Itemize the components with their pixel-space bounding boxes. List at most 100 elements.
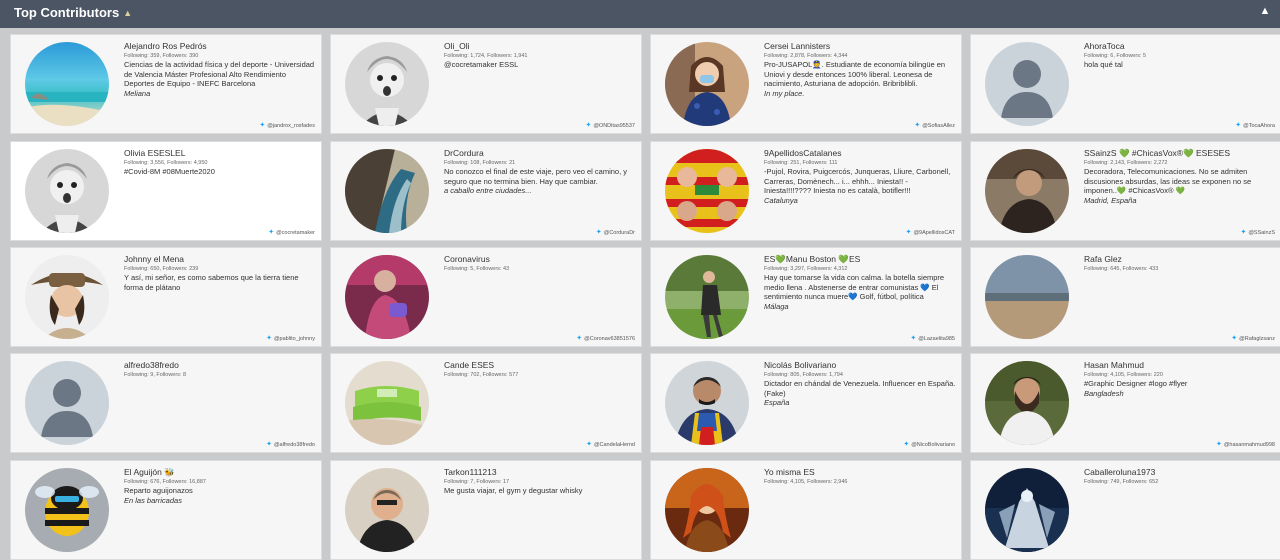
contributor-card[interactable]: El Aguijón 🐝 Following: 676, Followers: … bbox=[10, 460, 322, 560]
contributor-name: AhoraToca bbox=[1084, 41, 1125, 51]
avatar bbox=[985, 149, 1069, 233]
handle-text: @Coronav63851576 bbox=[584, 336, 635, 342]
contributor-card[interactable]: Cersei Lannisters Following: 2,878, Foll… bbox=[650, 34, 962, 134]
contributor-bio: @cocretamaker ESSL bbox=[444, 60, 519, 69]
contributor-location: España bbox=[764, 398, 790, 407]
contributor-stats: Following: 1,724, Followers: 1,941 bbox=[444, 53, 528, 59]
handle-text: @NicoBolivariano bbox=[911, 442, 955, 448]
contributor-stats: Following: 676, Followers: 16,887 bbox=[124, 479, 206, 485]
contributors-grid: Alejandro Ros Pedrós Following: 359, Fol… bbox=[10, 34, 1280, 560]
twitter-handle-link[interactable]: ✦ @SSainzS bbox=[1240, 228, 1275, 236]
handle-text: @9ApellidosCAT bbox=[913, 230, 955, 236]
twitter-handle-link[interactable]: ✦ @NicoBolivariano bbox=[903, 440, 955, 448]
twitter-icon: ✦ bbox=[903, 441, 910, 448]
contributor-card[interactable]: Olivia ESESLEL Following: 3,556, Followe… bbox=[10, 141, 322, 241]
contributor-card[interactable]: 9ApellidosCatalanes Following: 251, Foll… bbox=[650, 141, 962, 241]
contributor-card[interactable]: Coronavirus Following: 5, Followers: 43 … bbox=[330, 247, 642, 347]
avatar bbox=[985, 255, 1069, 339]
twitter-icon: ✦ bbox=[259, 122, 266, 129]
twitter-handle-link[interactable]: ✦ @ONDitas95537 bbox=[585, 121, 635, 129]
twitter-handle-link[interactable]: ✦ @jandrox_rosfades bbox=[259, 121, 315, 129]
twitter-icon: ✦ bbox=[586, 441, 592, 448]
handle-text: @SofiasAllez bbox=[922, 123, 955, 129]
twitter-icon: ✦ bbox=[266, 335, 272, 342]
contributor-bio: Hay que tomarse la vida con calma. la bo… bbox=[764, 273, 945, 301]
contributor-name: El Aguijón 🐝 bbox=[124, 467, 175, 477]
twitter-handle-link[interactable]: ✦ @CorduraDr bbox=[596, 228, 635, 236]
handle-text: @Lazaelita985 bbox=[918, 336, 955, 342]
contributor-card[interactable]: SSainzS 💚 #ChicasVox®💚 ESESES Following:… bbox=[970, 141, 1280, 241]
contributor-location: a caballo entre ciudades... bbox=[444, 186, 532, 195]
twitter-icon: ✦ bbox=[576, 335, 583, 342]
contributor-stats: Following: 5, Followers: 43 bbox=[444, 266, 510, 272]
contributor-card[interactable]: Tarkon111213 Following: 7, Followers: 17… bbox=[330, 460, 642, 560]
contributor-card[interactable]: DrCordura Following: 108, Followers: 21 … bbox=[330, 141, 642, 241]
download-icon[interactable]: ▲​ bbox=[123, 8, 132, 18]
twitter-icon: ✦ bbox=[595, 229, 602, 236]
contributor-name: Cersei Lannisters bbox=[764, 41, 831, 51]
contributor-card[interactable]: Nicolás Bolivariano Following: 805, Foll… bbox=[650, 353, 962, 453]
contributor-stats: Following: 749, Followers: 652 bbox=[1084, 479, 1159, 485]
contributor-name: Yo misma ES bbox=[764, 467, 815, 477]
contributor-name: alfredo38fredo bbox=[124, 360, 179, 370]
contributor-name: Olivia ESESLEL bbox=[124, 148, 186, 158]
contributor-card[interactable]: ES💚Manu Boston 💚ES Following: 3,297, Fol… bbox=[650, 247, 962, 347]
contributor-bio: Dictador en chándal de Venezuela. Influe… bbox=[764, 379, 956, 398]
avatar bbox=[25, 361, 109, 445]
contributor-location: Bangladesh bbox=[1084, 388, 1124, 398]
twitter-handle-link[interactable]: ✦ @hasanmahmud998 bbox=[1216, 440, 1275, 448]
avatar bbox=[345, 468, 429, 552]
twitter-handle-link[interactable]: ✦ @Lazaelita985 bbox=[910, 334, 955, 342]
handle-text: @CandelaHernd bbox=[593, 442, 635, 448]
contributor-card[interactable]: Hasan Mahmud Following: 4,105, Followers… bbox=[970, 353, 1280, 453]
contributor-card[interactable]: Oli_Oli Following: 1,724, Followers: 1,9… bbox=[330, 34, 642, 134]
contributor-card[interactable]: Rafa Glez Following: 645, Followers: 433… bbox=[970, 247, 1280, 347]
contributor-name: Nicolás Bolivariano bbox=[764, 360, 837, 370]
contributor-name: Johnny el Mena bbox=[124, 254, 185, 264]
contributor-card[interactable]: Caballeroluna1973 Following: 749, Follow… bbox=[970, 460, 1280, 560]
contributor-name: Caballeroluna1973 bbox=[1084, 467, 1156, 477]
contributor-name: Oli_Oli bbox=[444, 41, 470, 51]
twitter-icon: ✦ bbox=[585, 122, 592, 129]
contributor-location: In my place. bbox=[764, 88, 805, 98]
twitter-handle-link[interactable]: ✦ @9ApellidosCAT bbox=[906, 228, 955, 236]
contributor-card[interactable]: alfredo38fredo Following: 9, Followers: … bbox=[10, 353, 322, 453]
contributor-bio: #Graphic Designer #logo #flyer bbox=[1084, 379, 1188, 388]
contributor-stats: Following: 7, Followers: 17 bbox=[444, 479, 510, 485]
contributor-name: Alejandro Ros Pedrós bbox=[124, 41, 207, 51]
top-contributors-header: Top Contributors ▲​ ▲ bbox=[0, 0, 1280, 28]
twitter-handle-link[interactable]: ✦ @alfredo38fredo bbox=[266, 440, 315, 448]
avatar bbox=[25, 149, 109, 233]
twitter-handle-link[interactable]: ✦ @pablito_johnny bbox=[266, 334, 315, 342]
contributor-card[interactable]: Yo misma ES Following: 4,105, Followers:… bbox=[650, 460, 962, 560]
handle-text: @alfredo38fredo bbox=[273, 442, 315, 448]
avatar bbox=[665, 361, 749, 445]
contributor-bio: Y así, mi señor, es como sabemos que la … bbox=[124, 273, 299, 292]
contributor-card[interactable]: AhoraToca Following: 6, Followers: 5 hol… bbox=[970, 34, 1280, 134]
twitter-handle-link[interactable]: ✦ @CandelaHernd bbox=[586, 440, 635, 448]
contributor-stats: Following: 645, Followers: 433 bbox=[1084, 266, 1159, 272]
contributor-card[interactable]: Alejandro Ros Pedrós Following: 359, Fol… bbox=[10, 34, 322, 134]
contributor-stats: Following: 108, Followers: 21 bbox=[444, 160, 516, 166]
avatar bbox=[985, 361, 1069, 445]
contributor-bio: -Pujol, Rovira, Puigcercós, Junqueras, L… bbox=[764, 167, 951, 195]
chevron-up-icon[interactable]: ▲ bbox=[1258, 5, 1272, 21]
twitter-handle-link[interactable]: ✦ @SofiasAllez bbox=[914, 121, 955, 129]
twitter-icon: ✦ bbox=[914, 122, 921, 129]
contributor-bio: Ciencias de la actividad física y del de… bbox=[124, 60, 315, 88]
avatar bbox=[25, 255, 109, 339]
contributor-name: SSainzS 💚 #ChicasVox®💚 ESESES bbox=[1084, 148, 1231, 158]
twitter-handle-link[interactable]: ✦ @Rafaglzsanz bbox=[1231, 334, 1275, 342]
contributor-name: Rafa Glez bbox=[1084, 254, 1122, 264]
contributor-card[interactable]: Cande ESES Following: 702, Followers: 57… bbox=[330, 353, 642, 453]
twitter-icon: ✦ bbox=[910, 335, 917, 342]
twitter-handle-link[interactable]: ✦ @cocretamaker bbox=[268, 228, 315, 236]
twitter-handle-link[interactable]: ✦ @Coronav63851576 bbox=[576, 334, 635, 342]
contributor-card[interactable]: Johnny el Mena Following: 650, Followers… bbox=[10, 247, 322, 347]
contributor-name: Cande ESES bbox=[444, 360, 495, 370]
avatar bbox=[345, 42, 429, 126]
handle-text: @pablito_johnny bbox=[273, 336, 315, 342]
twitter-handle-link[interactable]: ✦ @TocaAhora bbox=[1235, 121, 1275, 129]
contributor-stats: Following: 251, Followers: 111 bbox=[764, 160, 838, 166]
contributor-name: ES💚Manu Boston 💚ES bbox=[764, 254, 861, 264]
